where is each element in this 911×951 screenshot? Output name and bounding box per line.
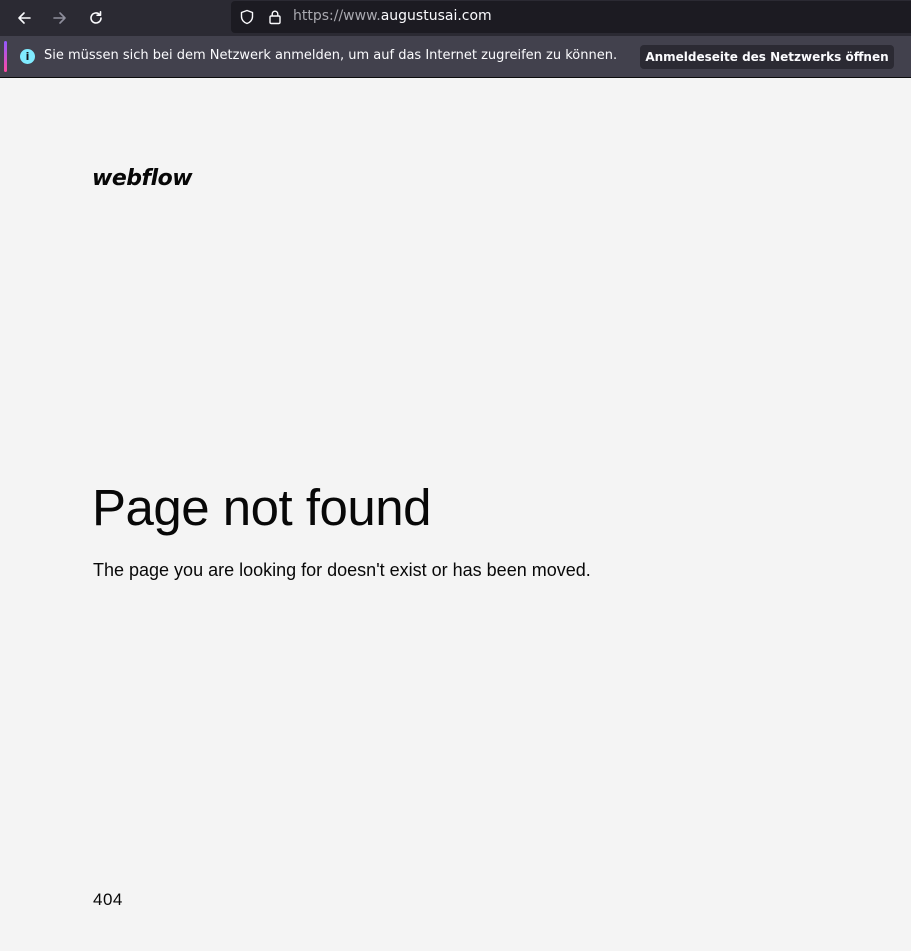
reload-icon — [90, 11, 102, 24]
url-text[interactable]: https://www.augustusai.com — [293, 8, 492, 24]
error-code: 404 — [93, 890, 123, 909]
url-prefix: https://www. — [293, 8, 381, 24]
captive-portal-notification: i Sie müssen sich bei dem Netzwerk anmel… — [0, 36, 911, 78]
notification-message: Sie müssen sich bei dem Netzwerk anmelde… — [44, 48, 618, 63]
url-domain: augustusai.com — [380, 8, 492, 24]
lock-icon[interactable] — [267, 9, 283, 25]
page-title: Page not found — [92, 479, 431, 536]
forward-button[interactable] — [46, 4, 74, 32]
page-subtitle: The page you are looking for doesn't exi… — [93, 560, 591, 580]
shield-icon[interactable] — [239, 9, 255, 25]
notification-accent — [4, 41, 7, 72]
webflow-logo[interactable]: webflow — [92, 166, 193, 191]
address-bar[interactable]: https://www.augustusai.com — [231, 1, 911, 33]
open-network-login-button[interactable]: Anmeldeseite des Netzwerks öffnen — [640, 45, 894, 69]
arrow-left-icon — [18, 12, 31, 24]
browser-toolbar: https://www.augustusai.com — [0, 0, 911, 36]
reload-button[interactable] — [82, 4, 110, 32]
info-icon: i — [20, 49, 35, 64]
back-button[interactable] — [10, 4, 38, 32]
arrow-right-icon — [53, 12, 66, 24]
